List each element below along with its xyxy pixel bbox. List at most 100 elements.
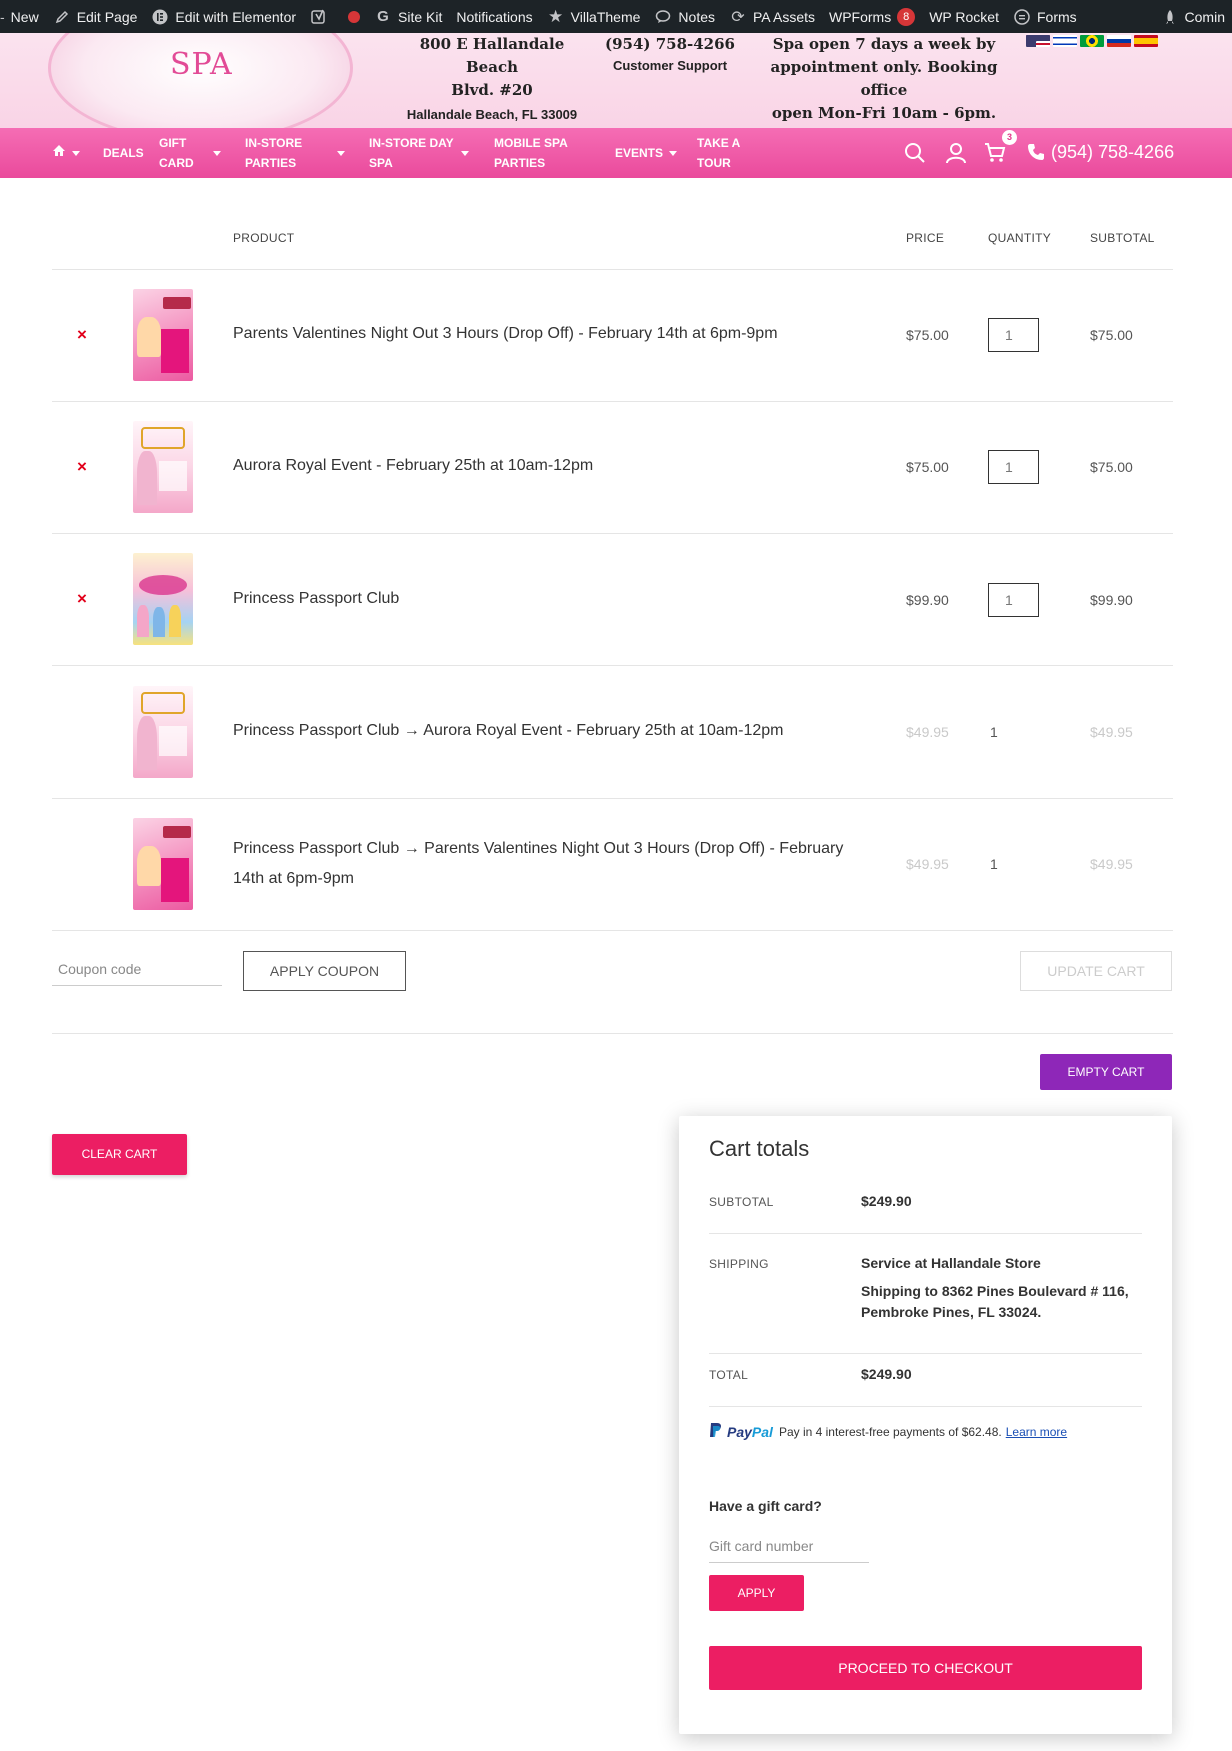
product-thumbnail[interactable] (133, 289, 193, 381)
us-flag-icon[interactable] (1026, 35, 1050, 47)
product-name-link[interactable]: Aurora Royal Event - February 25th at 10… (233, 451, 853, 481)
shipping-label: SHIPPING (709, 1257, 769, 1271)
nav-mobile-spa-parties[interactable]: MOBILE SPA PARTIES (494, 133, 568, 173)
nav-dayspa-line2: SPA (369, 156, 393, 170)
admin-elementor-item[interactable]: Edit with Elementor (144, 0, 303, 33)
admin-sitekit-item[interactable]: G Site Kit (367, 0, 449, 33)
header-product: PRODUCT (233, 231, 295, 245)
admin-wprocket-label: WP Rocket (929, 8, 999, 25)
nav-gift-card[interactable]: GIFT CARD (159, 133, 194, 173)
apply-gift-card-button[interactable]: APPLY (709, 1575, 804, 1611)
admin-wpforms-item[interactable]: WPForms 8 (822, 0, 922, 33)
cart-totals-panel: Cart totals SUBTOTAL $249.90 SHIPPING Se… (679, 1116, 1172, 1734)
quantity-input[interactable]: 1 (988, 318, 1039, 352)
product-name-link[interactable]: Princess Passport Club → Aurora Royal Ev… (233, 716, 853, 746)
product-name-link[interactable]: Princess Passport Club → Parents Valenti… (233, 834, 853, 894)
brazil-flag-icon[interactable] (1080, 35, 1104, 47)
admin-pa-assets-label: PA Assets (753, 8, 815, 25)
admin-notifications-item[interactable]: Notifications (449, 0, 539, 33)
spain-flag-icon[interactable] (1134, 35, 1158, 47)
header-phone[interactable]: (954) 758-4266 (600, 33, 740, 56)
hours-line-3: open Mon-Fri 10am - 6pm. (771, 104, 997, 122)
gift-card-number-input[interactable]: Gift card number (709, 1529, 869, 1563)
admin-yoast-item[interactable] (303, 0, 341, 33)
admin-villatheme-label: VillaTheme (570, 8, 641, 25)
nav-instore-parties[interactable]: IN-STORE PARTIES (245, 133, 302, 173)
update-cart-button[interactable]: UPDATE CART (1020, 951, 1172, 991)
nav-tour-line2: TOUR (697, 156, 731, 170)
admin-wprocket-item[interactable]: WP Rocket (922, 0, 1006, 33)
nav-events[interactable]: EVENTS (615, 143, 678, 163)
israel-flag-icon[interactable] (1053, 35, 1077, 47)
home-nav-item[interactable] (52, 143, 81, 163)
admin-notes-label: Notes (678, 8, 715, 25)
quantity-input[interactable]: 1 (988, 450, 1039, 484)
admin-notifications-label: Notifications (456, 8, 533, 25)
product-name-link[interactable]: Princess Passport Club (233, 584, 853, 614)
search-icon[interactable] (904, 142, 926, 164)
quantity-input[interactable]: 1 (988, 583, 1039, 617)
apply-coupon-button[interactable]: APPLY COUPON (243, 951, 406, 991)
hours-line-2: appointment only. Booking office (770, 58, 998, 99)
phone-icon (1027, 143, 1045, 166)
nav-deals[interactable]: DEALS (103, 143, 144, 163)
empty-cart-button[interactable]: EMPTY CART (1040, 1054, 1172, 1090)
item-quantity: 1 (990, 724, 998, 740)
admin-edit-page-item[interactable]: Edit Page (46, 0, 145, 33)
product-thumbnail[interactable] (133, 421, 193, 513)
item-subtotal: $49.95 (1090, 724, 1133, 740)
nav-phone-link[interactable]: (954) 758-4266 (1027, 142, 1174, 166)
paypal-icon (709, 1422, 723, 1441)
admin-villatheme-item[interactable]: ★ VillaTheme (540, 0, 648, 33)
product-name-link[interactable]: Parents Valentines Night Out 3 Hours (Dr… (233, 319, 853, 349)
product-thumbnail[interactable] (133, 686, 193, 778)
admin-new-label: New (10, 8, 39, 25)
chevron-down-icon[interactable] (461, 151, 469, 156)
coupon-code-input[interactable]: Coupon code (52, 952, 222, 986)
admin-status-item[interactable] (341, 0, 367, 33)
totals-divider (709, 1353, 1142, 1354)
item-subtotal: $99.90 (1090, 592, 1133, 608)
shipping-method: Service at Hallandale Store (861, 1255, 1041, 1271)
paypal-logo-text: PayPal (727, 1424, 773, 1440)
admin-pa-assets-item[interactable]: ⟳ PA Assets (722, 0, 822, 33)
russia-flag-icon[interactable] (1107, 35, 1131, 47)
total-label: TOTAL (709, 1368, 749, 1382)
yoast-icon (310, 8, 328, 26)
row-divider (52, 930, 1173, 931)
site-logo-text: SPA (170, 47, 233, 82)
item-subtotal: $75.00 (1090, 459, 1133, 475)
elementor-icon (151, 8, 169, 26)
paypal-learn-more-link[interactable]: Learn more (1006, 1425, 1067, 1439)
row-divider (52, 269, 1173, 270)
remove-item-icon[interactable]: × (75, 458, 89, 475)
product-thumbnail[interactable] (133, 818, 193, 910)
chevron-down-icon[interactable] (337, 151, 345, 156)
nav-instore-day-spa[interactable]: IN-STORE DAY SPA (369, 133, 454, 173)
plus-icon: - (0, 8, 5, 25)
nav-mobile-line2: PARTIES (494, 156, 546, 170)
header-price: PRICE (906, 231, 945, 245)
nav-take-a-tour[interactable]: TAKE A TOUR (697, 133, 740, 173)
admin-notes-item[interactable]: Notes (647, 0, 722, 33)
product-thumbnail[interactable] (133, 553, 193, 645)
admin-coming-soon-item[interactable]: Comin (1154, 0, 1232, 33)
pencil-icon (53, 8, 71, 26)
account-icon[interactable] (945, 142, 967, 164)
totals-divider (709, 1406, 1142, 1407)
status-dot-icon (348, 10, 361, 23)
admin-forms-item[interactable]: Forms (1006, 0, 1084, 33)
remove-item-icon[interactable]: × (75, 590, 89, 607)
cart-icon[interactable] (984, 142, 1006, 164)
address-line-3: Hallandale Beach, FL 33009 (406, 107, 578, 122)
admin-edit-page-label: Edit Page (76, 8, 138, 25)
total-value: $249.90 (861, 1366, 912, 1382)
chevron-down-icon[interactable] (213, 151, 221, 156)
admin-new-item[interactable]: - New (0, 0, 46, 33)
remove-item-icon[interactable]: × (75, 326, 89, 343)
proceed-to-checkout-button[interactable]: PROCEED TO CHECKOUT (709, 1646, 1142, 1690)
clear-cart-button[interactable]: CLEAR CART (52, 1134, 187, 1175)
language-flags (1026, 35, 1158, 47)
chevron-down-icon (669, 151, 678, 157)
header-quantity: QUANTITY (988, 231, 1052, 245)
